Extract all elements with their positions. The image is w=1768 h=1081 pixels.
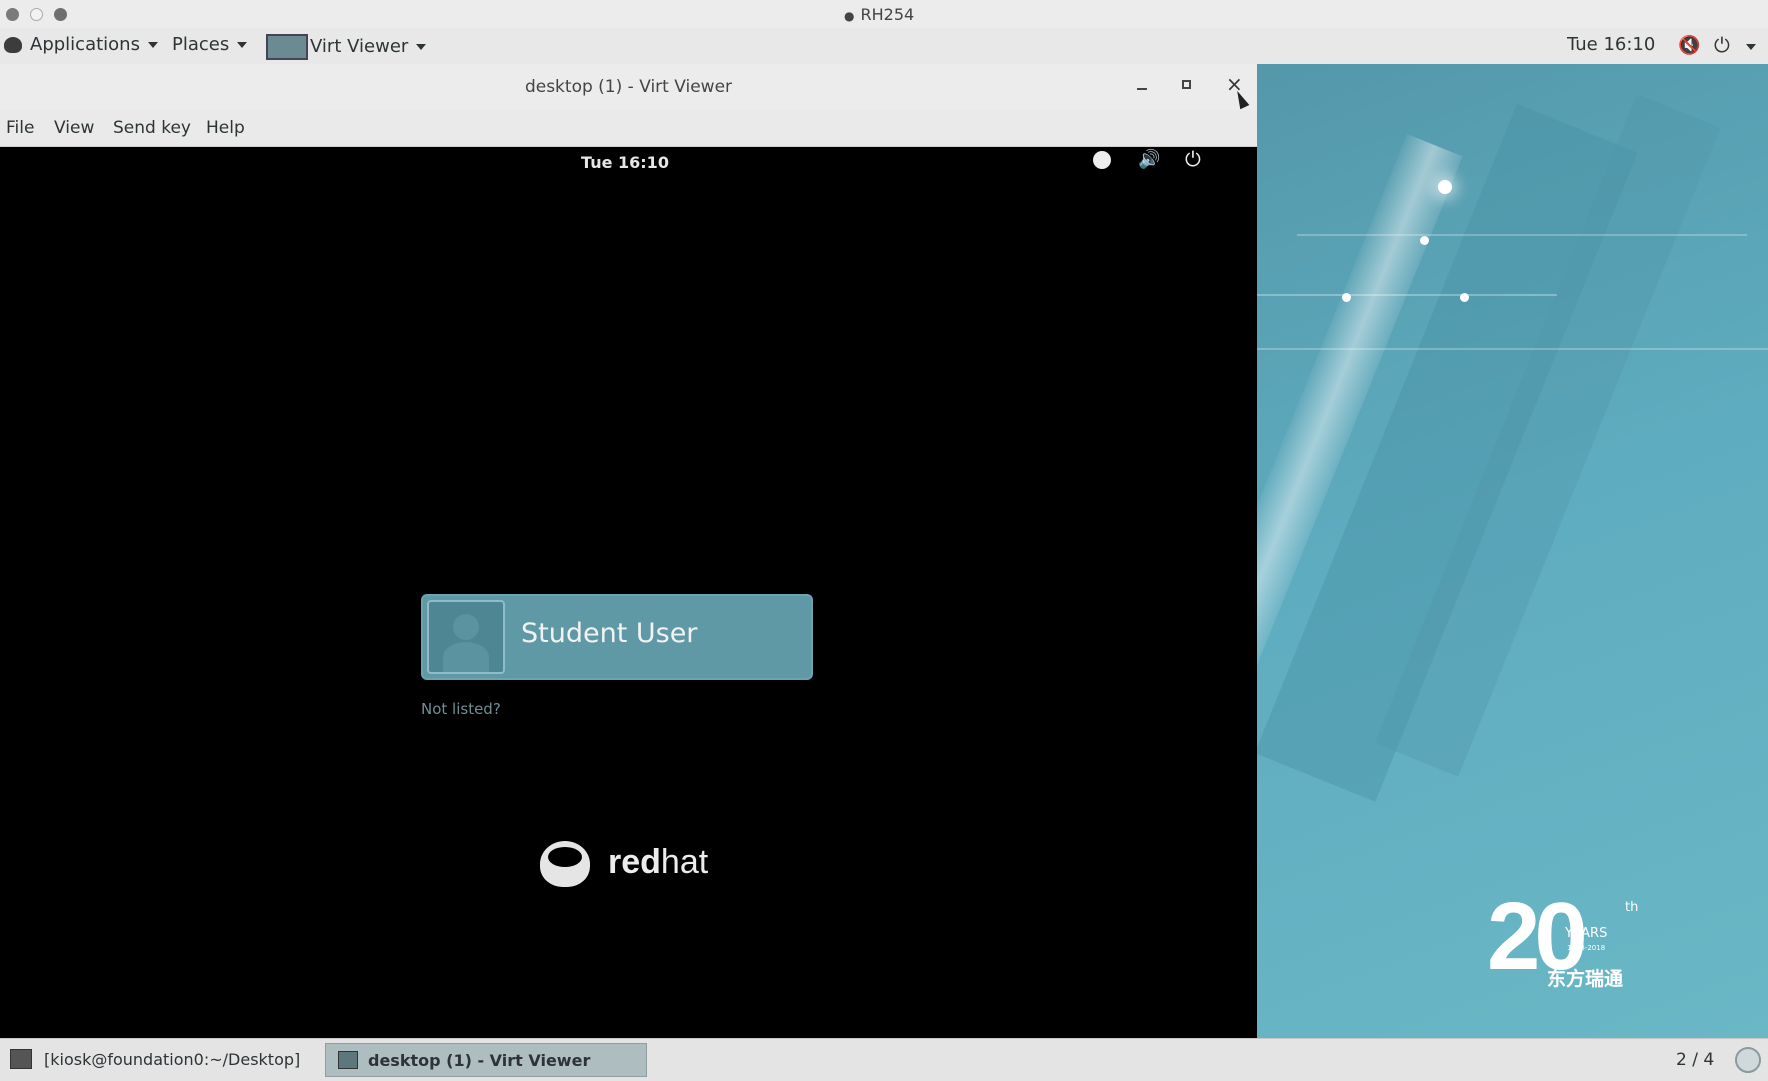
window-close-dot[interactable] <box>6 8 19 21</box>
avatar-body <box>443 642 489 672</box>
wallpaper-dot <box>1420 236 1429 245</box>
chevron-down-icon <box>237 42 248 48</box>
host-window-title: ● RH254 <box>844 5 914 24</box>
notification-icon[interactable] <box>1735 1047 1761 1073</box>
monitor-icon <box>266 34 308 60</box>
logo-years: YEARS <box>1565 926 1608 941</box>
menu-help[interactable]: Help <box>206 118 245 138</box>
logo-text: redhat <box>608 843 708 882</box>
not-listed-link[interactable]: Not listed? <box>421 700 501 718</box>
power-icon[interactable]: ⏻ <box>1714 33 1730 57</box>
virt-viewer-titlebar[interactable]: desktop (1) - Virt Viewer × <box>0 64 1257 110</box>
window-minimize-dot[interactable] <box>30 8 43 21</box>
applications-menu[interactable]: Applications <box>30 34 158 55</box>
task-virt-viewer[interactable]: desktop (1) - Virt Viewer <box>325 1043 647 1077</box>
wallpaper-line <box>1257 294 1557 296</box>
lock-icon: ● <box>844 9 855 23</box>
guest-display[interactable]: Tue 16:10 🔊 ⏻ Student User Not listed? r… <box>0 147 1257 1038</box>
volume-icon[interactable]: 🔊 <box>1138 149 1160 170</box>
logo-range: 1998-2018 <box>1567 944 1606 952</box>
user-name: Student User <box>521 618 698 649</box>
wallpaper-line <box>1257 348 1768 350</box>
app-menu-virt-viewer[interactable]: Virt Viewer <box>266 34 427 60</box>
menu-file[interactable]: File <box>6 118 34 138</box>
terminal-icon <box>10 1049 32 1069</box>
chevron-down-icon <box>147 42 158 48</box>
accessibility-icon[interactable] <box>1093 151 1111 169</box>
logo-hat: hat <box>660 843 709 881</box>
power-icon[interactable]: ⏻ <box>1185 147 1201 171</box>
redhat-logo: redhat <box>538 837 738 897</box>
minimize-icon[interactable] <box>1137 88 1147 90</box>
window-list-taskbar: [kiosk@foundation0:~/Desktop] desktop (1… <box>0 1038 1768 1081</box>
virt-viewer-window: desktop (1) - Virt Viewer × File View Se… <box>0 64 1257 1038</box>
shadowman-face <box>548 847 582 867</box>
volume-muted-icon[interactable]: 🔇 <box>1678 35 1700 56</box>
maximize-icon[interactable] <box>1182 80 1191 89</box>
logo-red: red <box>608 843 661 881</box>
monitor-icon <box>338 1051 358 1069</box>
logo-company: 东方瑞通 <box>1547 968 1624 990</box>
user-avatar-icon <box>427 600 505 674</box>
task-virt-viewer-label: desktop (1) - Virt Viewer <box>368 1051 591 1070</box>
virt-viewer-menubar: File View Send key Help <box>0 110 1257 147</box>
gnome-top-panel: Applications Places Virt Viewer Tue 16:1… <box>0 28 1768 65</box>
wallpaper-dot <box>1342 293 1351 302</box>
window-maximize-dot[interactable] <box>54 8 67 21</box>
host-window-title-text: RH254 <box>860 5 915 24</box>
menu-send-key[interactable]: Send key <box>113 118 191 138</box>
wallpaper-dot <box>1438 180 1452 194</box>
wallpaper-line <box>1297 234 1747 236</box>
anniversary-logo: 20 th YEARS 1998-2018 东方瑞通 <box>1487 883 1667 1014</box>
guest-clock[interactable]: Tue 16:10 <box>0 153 1250 172</box>
top-panel-clock[interactable]: Tue 16:10 <box>1567 34 1655 55</box>
app-menu-label: Virt Viewer <box>310 36 409 57</box>
task-terminal[interactable]: [kiosk@foundation0:~/Desktop] <box>2 1043 320 1077</box>
virt-viewer-title: desktop (1) - Virt Viewer <box>524 77 733 97</box>
workspace-indicator[interactable]: 2 / 4 <box>1676 1050 1714 1070</box>
task-terminal-label: [kiosk@foundation0:~/Desktop] <box>44 1050 301 1069</box>
chevron-down-icon <box>416 44 427 50</box>
places-label: Places <box>172 34 230 55</box>
desktop-background: 20 th YEARS 1998-2018 东方瑞通 <box>1257 64 1768 1038</box>
menu-view[interactable]: View <box>54 118 94 138</box>
host-window-titlebar: ● RH254 <box>0 0 1768 28</box>
wallpaper-dot <box>1460 293 1469 302</box>
gnome-foot-icon <box>4 37 22 53</box>
places-menu[interactable]: Places <box>172 34 248 55</box>
chevron-down-icon[interactable] <box>1746 44 1756 50</box>
logo-suffix: th <box>1625 900 1639 915</box>
applications-label: Applications <box>30 34 140 55</box>
user-list-item[interactable]: Student User <box>421 594 813 680</box>
avatar-head <box>453 614 479 640</box>
